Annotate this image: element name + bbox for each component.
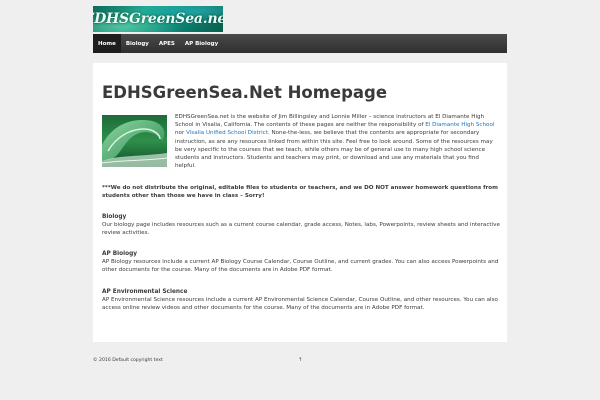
nav-item-biology[interactable]: Biology <box>121 34 154 53</box>
intro-text-2: nor <box>175 130 187 137</box>
main-navigation: Home Biology APES AP Biology <box>93 34 507 53</box>
el-diamante-link[interactable]: El Diamante High School <box>425 122 494 128</box>
section-heading: AP Biology <box>102 251 138 257</box>
wave-image <box>102 115 167 167</box>
section-body: Our biology page includes resources such… <box>102 222 500 237</box>
intro-paragraph: EDHSGreenSea.net is the website of Jim B… <box>175 113 500 170</box>
site-logo[interactable]: EDHSGreenSea.net <box>93 6 223 32</box>
nav-item-home[interactable]: Home <box>93 34 121 53</box>
back-to-top-arrow-icon[interactable]: ↑ <box>298 357 302 363</box>
homework-notice: ***We do not distribute the original, ed… <box>102 185 498 200</box>
content-area: EDHSGreenSea.Net Homepage EDHSGreenSea.n… <box>93 63 507 342</box>
section-heading: Biology <box>102 214 127 220</box>
nav-item-apes[interactable]: APES <box>154 34 180 53</box>
vusd-link[interactable]: Visalia Unified School District <box>186 130 268 136</box>
section-body: AP Biology resources include a current A… <box>102 259 499 274</box>
section-heading: AP Environmental Science <box>102 289 188 295</box>
logo-text: EDHSGreenSea.net <box>93 11 223 27</box>
section-body: AP Environmental Science resources inclu… <box>102 297 498 312</box>
footer-copyright: © 2016 Default copyright text <box>93 358 163 363</box>
nav-item-ap-biology[interactable]: AP Biology <box>180 34 223 53</box>
section-biology: Biology Our biology page includes resour… <box>102 213 500 238</box>
section-ap-biology: AP Biology AP Biology resources include … <box>102 250 500 275</box>
page-title: EDHSGreenSea.Net Homepage <box>102 83 388 102</box>
section-ap-environmental-science: AP Environmental Science AP Environmenta… <box>102 288 500 313</box>
